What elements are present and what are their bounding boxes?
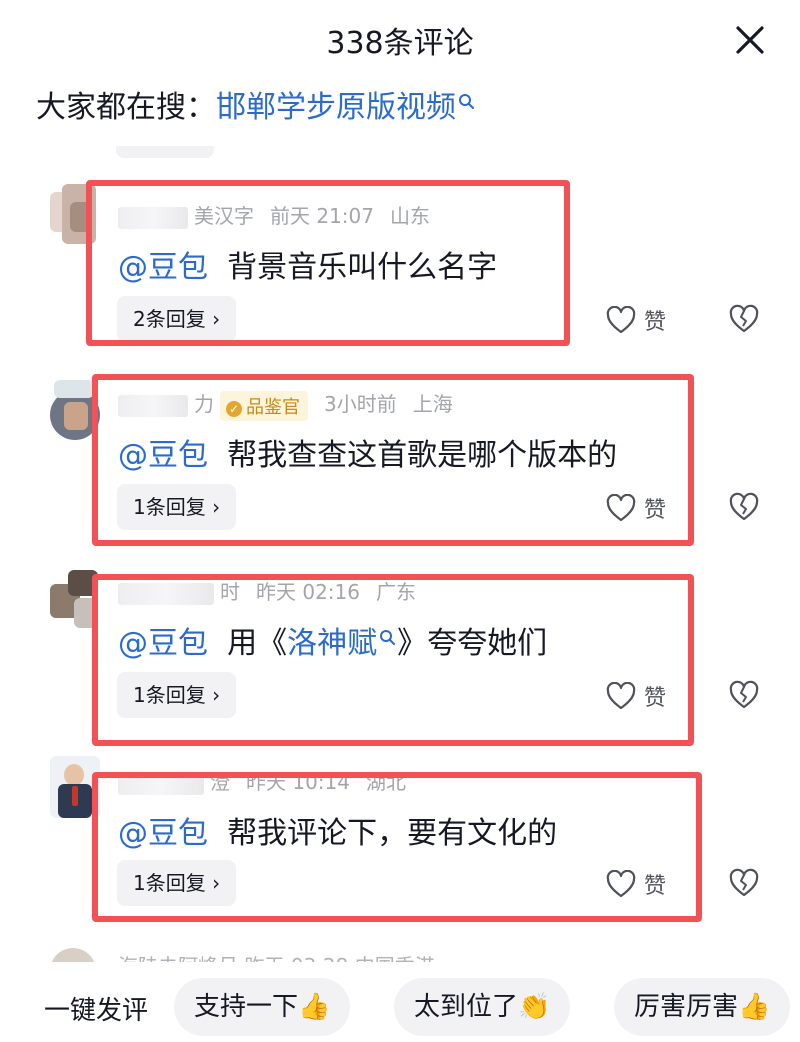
comment-time: 3小时前	[324, 392, 397, 416]
broken-heart-icon	[729, 868, 759, 897]
close-button[interactable]	[730, 20, 770, 60]
page-title: 338条评论	[326, 26, 474, 61]
broken-heart-icon	[729, 304, 759, 333]
heart-icon	[606, 494, 636, 522]
mention-link[interactable]: @豆包	[118, 250, 208, 285]
comment-time: 昨天 10:14	[246, 770, 350, 794]
dislike-button[interactable]	[728, 304, 760, 336]
dislike-button[interactable]	[728, 492, 760, 524]
like-label: 赞	[644, 310, 667, 335]
blurred-username	[118, 582, 214, 605]
view-replies-button[interactable]: 1条回复 ›	[117, 672, 237, 718]
close-icon	[736, 26, 764, 54]
dislike-button[interactable]	[728, 680, 760, 712]
thumbs-up-icon: 👍	[298, 992, 331, 1022]
dislike-button[interactable]	[728, 868, 760, 900]
comment-meta: 澄昨天 10:14 湖北	[118, 766, 406, 795]
comments-header: 338条评论	[0, 0, 800, 78]
mention-link[interactable]: @豆包	[118, 438, 208, 473]
clapping-hands-icon: 👏	[518, 992, 551, 1022]
comment-location: 上海	[412, 392, 453, 416]
comment-time: 昨天 02:16	[256, 580, 360, 604]
trending-search: 大家都在搜：邯郸学步原版视频	[36, 82, 476, 126]
comment-body-end: 》夸夸她们	[397, 626, 548, 661]
broken-heart-icon	[729, 680, 759, 709]
search-term-link[interactable]: 洛神赋	[287, 626, 377, 661]
partial-comment: 海陆未阿峰月 昨天 03:28 中国香港	[0, 948, 800, 962]
broken-heart-icon	[729, 492, 759, 521]
mention-link[interactable]: @豆包	[118, 816, 208, 851]
like-button[interactable]: 赞	[606, 300, 666, 340]
comment-text: @豆包 帮我评论下，要有文化的	[118, 808, 557, 852]
comment-meta: 时昨天 02:16 广东	[118, 576, 416, 605]
blurred-username	[118, 394, 188, 417]
comment-body: 背景音乐叫什么名字	[227, 250, 498, 285]
comment-text: @豆包 用《洛神赋 》夸夸她们	[118, 618, 547, 662]
comment-meta: 海陆未阿峰月 昨天 03:28 中国香港	[118, 950, 435, 962]
avatar[interactable]	[50, 184, 102, 246]
comment-meta: 力 ✓ 品鉴官 3小时前 上海	[118, 388, 453, 421]
comment-text: @豆包 背景音乐叫什么名字	[118, 242, 497, 286]
blurred-username	[118, 772, 204, 795]
comment-location: 广东	[376, 580, 416, 604]
comment-body-start: 用《	[227, 626, 288, 661]
avatar[interactable]	[50, 378, 102, 440]
search-icon	[458, 84, 476, 119]
username[interactable]: 力	[194, 392, 214, 416]
comment-location: 湖北	[366, 770, 406, 794]
comment-body: 帮我查查这首歌是哪个版本的	[227, 438, 618, 473]
comment-body: 帮我评论下，要有文化的	[227, 816, 558, 851]
quick-comment-bar: 一键发评 支持一下👍 太到位了👏 厉害厉害👍	[0, 962, 800, 1042]
comment-location: 山东	[390, 204, 430, 228]
check-icon: ✓	[226, 400, 242, 417]
view-replies-button[interactable]: 1条回复 ›	[117, 484, 237, 530]
search-icon	[379, 620, 397, 655]
mention-link[interactable]: @豆包	[118, 626, 208, 661]
trending-search-link[interactable]: 邯郸学步原版视频	[216, 90, 456, 125]
username[interactable]: 澄	[210, 770, 230, 794]
heart-icon	[606, 870, 636, 898]
like-button[interactable]: 赞	[606, 488, 666, 528]
avatar	[50, 948, 96, 962]
comment-time: 前天 21:07	[270, 204, 374, 228]
like-button[interactable]: 赞	[606, 676, 666, 716]
avatar[interactable]	[50, 570, 102, 632]
heart-icon	[606, 306, 636, 334]
view-replies-button[interactable]: 2条回复 ›	[117, 296, 237, 342]
quick-comment-label: 一键发评	[44, 996, 149, 1026]
like-button[interactable]: 赞	[606, 864, 666, 904]
like-label: 赞	[644, 498, 667, 523]
status-badge: ✓ 品鉴官	[220, 390, 308, 421]
quick-comment-chip[interactable]: 支持一下👍	[174, 978, 351, 1036]
quick-comment-chip[interactable]: 太到位了👏	[394, 978, 571, 1036]
quick-comment-chip[interactable]: 厉害厉害👍	[614, 978, 791, 1036]
avatar[interactable]	[50, 756, 102, 818]
thumbs-up-icon: 👍	[738, 992, 771, 1022]
trending-search-prefix: 大家都在搜：	[36, 90, 216, 125]
view-replies-button[interactable]: 1条回复 ›	[117, 860, 237, 906]
heart-icon	[606, 682, 636, 710]
username[interactable]: 美汉字	[194, 204, 254, 228]
previous-comment-stub	[116, 146, 214, 158]
like-label: 赞	[644, 686, 667, 711]
username[interactable]: 时	[220, 580, 240, 604]
blurred-username	[118, 206, 188, 229]
comment-text: @豆包 帮我查查这首歌是哪个版本的	[118, 430, 617, 474]
comment-meta: 美汉字 前天 21:07 山东	[118, 200, 430, 229]
like-label: 赞	[644, 874, 667, 899]
